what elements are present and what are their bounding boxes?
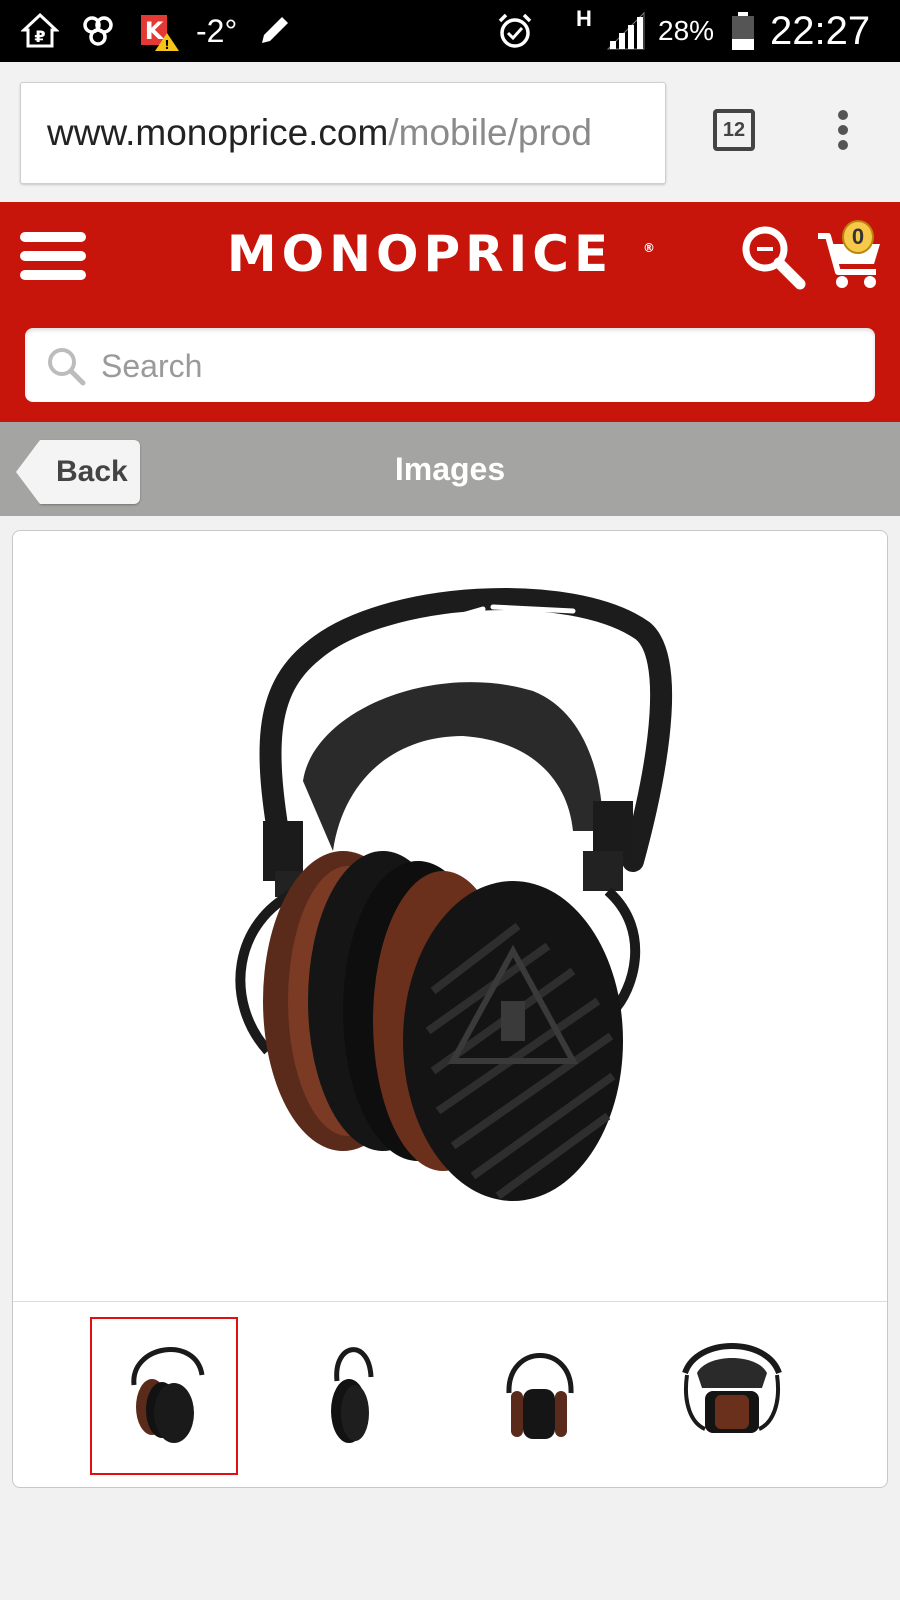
thumbnail-1[interactable]	[90, 1317, 238, 1475]
svg-text:K: K	[145, 17, 165, 45]
logo[interactable]: MONOPRICE ®	[195, 225, 655, 283]
headphones-thumbnail-icon	[331, 1347, 374, 1443]
tab-switcher-button[interactable]: 12	[713, 109, 755, 151]
network-type: H	[576, 6, 592, 31]
image-gallery	[12, 530, 888, 1488]
back-button[interactable]: Back	[16, 440, 140, 504]
home-ruble-icon: ₽	[20, 10, 60, 52]
link-icon	[78, 10, 118, 52]
search-icon	[45, 345, 87, 387]
thumbnail-2[interactable]	[275, 1317, 423, 1475]
address-bar[interactable]: www.monoprice.com/mobile/prod	[20, 82, 666, 184]
status-bar: ₽ K! -2° H 28% 22:27	[0, 0, 900, 62]
logo-text: MONOPRICE	[226, 225, 614, 283]
thumbnail-4[interactable]	[653, 1317, 801, 1475]
battery-icon	[728, 10, 758, 52]
pencil-icon	[254, 10, 294, 52]
clock: 22:27	[770, 9, 871, 53]
search-icon[interactable]	[738, 222, 808, 292]
alarm-icon	[494, 10, 536, 52]
thumbnail-3[interactable]	[465, 1317, 613, 1475]
browser-toolbar: www.monoprice.com/mobile/prod 12	[0, 62, 900, 202]
search-bar	[25, 328, 875, 404]
browser-menu-icon[interactable]	[828, 108, 858, 158]
svg-text:!: !	[164, 38, 169, 51]
headphones-thumbnail-icon	[506, 1353, 574, 1439]
main-product-image[interactable]	[13, 531, 887, 1301]
site-header: MONOPRICE ® 0	[0, 202, 900, 422]
headphones-thumbnail-icon	[682, 1343, 782, 1433]
search-input[interactable]	[99, 328, 863, 404]
trademark-icon: ®	[643, 241, 655, 255]
menu-icon[interactable]	[20, 232, 86, 280]
battery-percent: 28%	[658, 15, 715, 46]
divider	[13, 1301, 887, 1302]
url-text: www.monoprice.com/mobile/prod	[47, 83, 592, 183]
url-domain: www.monoprice.com	[47, 112, 389, 153]
page-toolbar: Back Images	[0, 422, 900, 516]
url-path: /mobile/prod	[388, 112, 592, 153]
cart-count-badge: 0	[842, 220, 874, 254]
temperature: -2°	[196, 13, 238, 49]
signal-icon	[603, 10, 649, 52]
back-button-label: Back	[56, 455, 128, 488]
svg-text:₽: ₽	[34, 27, 45, 46]
antivirus-warning-icon: K!	[138, 10, 182, 52]
headphones-image	[235, 588, 673, 1201]
page-title: Images	[394, 451, 506, 487]
headphones-thumbnail-icon	[131, 1347, 205, 1443]
